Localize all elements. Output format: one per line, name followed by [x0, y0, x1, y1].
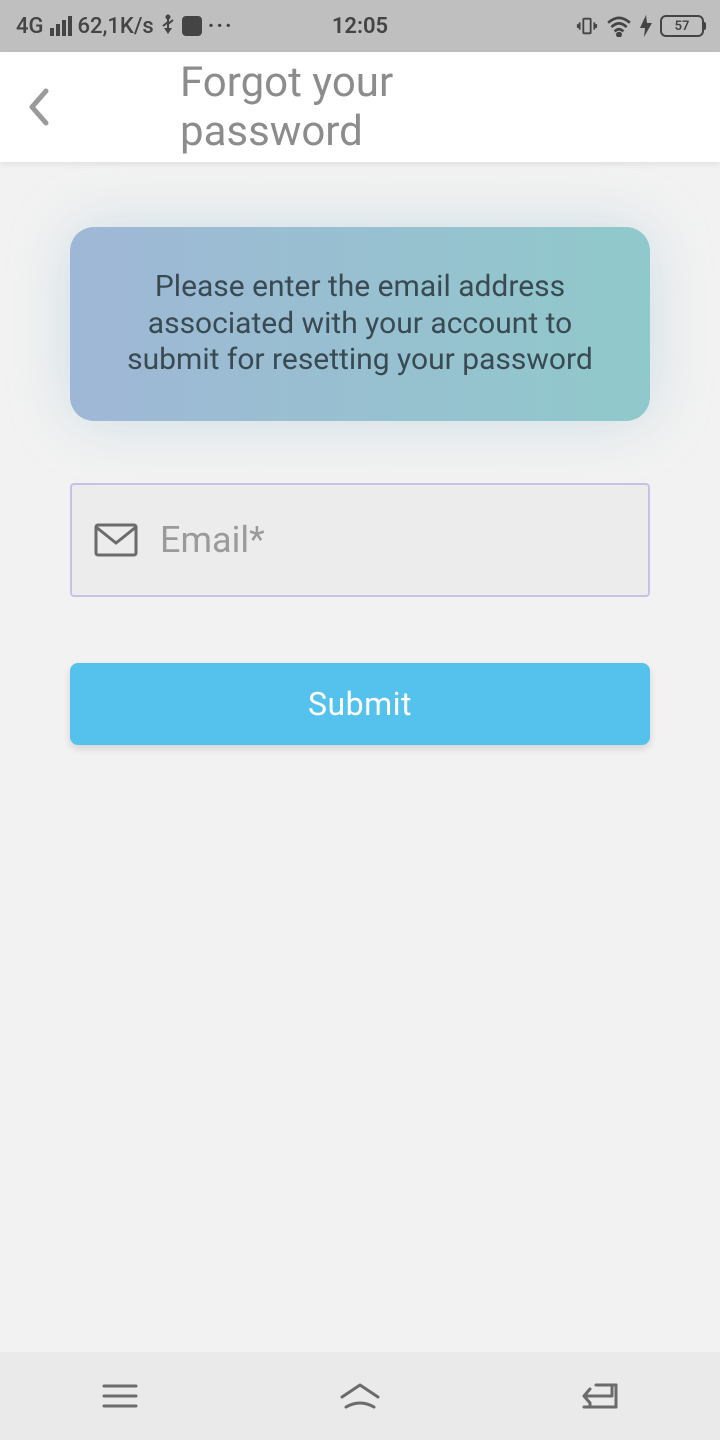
mail-icon [94, 523, 138, 557]
recent-apps-button[interactable] [98, 1374, 142, 1418]
back-nav-button[interactable] [578, 1374, 622, 1418]
home-button[interactable] [338, 1374, 382, 1418]
chevron-left-icon [26, 85, 54, 129]
signal-icon [50, 16, 72, 36]
network-type: 4G [16, 14, 44, 39]
menu-icon [102, 1382, 138, 1410]
status-left: 4G 62,1K/s ··· [16, 14, 234, 39]
email-field[interactable] [160, 519, 626, 561]
back-button[interactable] [20, 87, 60, 127]
app-header: Forgot your password [0, 52, 720, 162]
page-title: Forgot your password [180, 58, 540, 156]
content: Please enter the email address associate… [0, 162, 720, 745]
info-card: Please enter the email address associate… [70, 227, 650, 421]
battery-icon: 57 [660, 15, 704, 37]
status-time: 12:05 [332, 14, 388, 39]
android-nav-bar [0, 1352, 720, 1440]
back-icon [580, 1381, 620, 1411]
submit-button[interactable]: Submit [70, 663, 650, 745]
charging-icon [640, 15, 652, 37]
network-speed: 62,1K/s [78, 14, 154, 39]
adb-icon [182, 16, 202, 36]
home-icon [338, 1381, 382, 1411]
status-right: 57 [576, 15, 704, 37]
more-icon: ··· [208, 14, 234, 39]
vibrate-icon [576, 15, 598, 37]
status-bar: 4G 62,1K/s ··· 12:05 57 [0, 0, 720, 52]
wifi-icon [606, 15, 632, 37]
usb-icon [160, 14, 176, 38]
email-input-container[interactable] [70, 483, 650, 597]
